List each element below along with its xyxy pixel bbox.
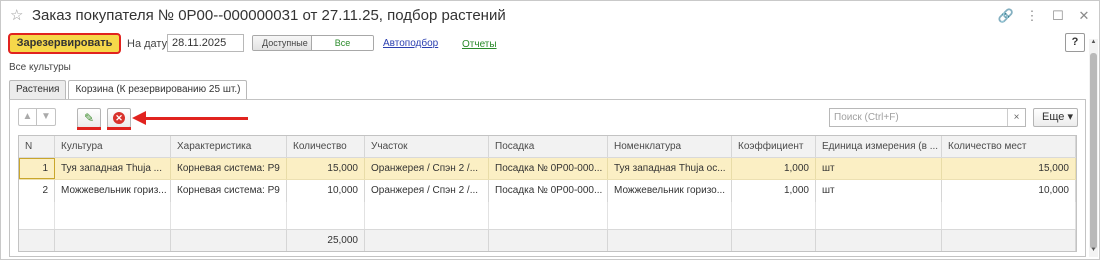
search-field[interactable]: Поиск (Ctrl+F) ×	[829, 108, 1026, 127]
scroll-up-icon[interactable]: ▲	[1089, 39, 1098, 49]
empty-cell	[55, 202, 171, 229]
places-cell[interactable]: 15,000	[942, 158, 1076, 179]
footer-cell	[608, 230, 732, 251]
more-icon[interactable]: ⋮	[1023, 8, 1041, 24]
reserve-button[interactable]: Зарезервировать	[8, 33, 121, 54]
quantity-cell[interactable]: 15,000	[287, 158, 365, 179]
footer-cell	[19, 230, 55, 251]
column-header[interactable]: Посадка	[489, 136, 608, 157]
auto-select-link[interactable]: Автоподбор	[383, 38, 438, 49]
column-header[interactable]: N	[19, 136, 55, 157]
footer-cell	[732, 230, 816, 251]
column-header[interactable]: Количество мест	[942, 136, 1076, 157]
empty-cell	[171, 202, 287, 229]
empty-cell	[732, 202, 816, 229]
tab-bar: Растения Корзина (К резервированию 25 шт…	[9, 80, 249, 100]
filter-all-option[interactable]: Все	[312, 36, 373, 50]
tab-plants[interactable]: Растения	[9, 80, 67, 99]
footer-cell	[942, 230, 1076, 251]
title-bar: ☆ Заказ покупателя № 0Р00--000000031 от …	[1, 1, 1100, 31]
planting-cell[interactable]: Посадка № 0Р00-000...	[489, 180, 608, 202]
table-header: N Культура Характеристика Количество Уча…	[19, 136, 1076, 158]
empty-cell	[816, 202, 942, 229]
link-icon[interactable]: 🔗	[997, 8, 1015, 24]
annotation-arrow-head	[132, 111, 146, 125]
filter-available-option[interactable]: Доступные	[253, 36, 312, 50]
move-down-icon[interactable]: ▼	[37, 109, 55, 125]
column-header[interactable]: Коэффициент	[732, 136, 816, 157]
coefficient-cell[interactable]: 1,000	[732, 180, 816, 202]
date-input[interactable]: 28.11.2025	[167, 34, 244, 52]
date-label: На дату:	[127, 38, 171, 50]
scroll-thumb[interactable]	[1090, 53, 1097, 249]
empty-cell	[287, 202, 365, 229]
edit-button[interactable]: ✎	[77, 108, 101, 128]
empty-cell	[19, 202, 55, 229]
column-header[interactable]: Культура	[55, 136, 171, 157]
window-controls: 🔗 ⋮ ☐ ✕	[997, 8, 1093, 24]
footer-cell	[816, 230, 942, 251]
site-cell[interactable]: Оранжерея / Спэн 2 /...	[365, 180, 489, 202]
maximize-icon[interactable]: ☐	[1049, 8, 1067, 24]
empty-cell	[489, 202, 608, 229]
reports-link[interactable]: Отчеты	[462, 39, 497, 50]
column-header[interactable]: Номенклатура	[608, 136, 732, 157]
row-number[interactable]: 1	[19, 158, 55, 179]
cart-table: N Культура Характеристика Количество Уча…	[18, 135, 1077, 252]
row-number[interactable]: 2	[19, 180, 55, 202]
nomenclature-cell[interactable]: Туя западная Thuja ос...	[608, 158, 732, 179]
nomenclature-cell[interactable]: Можжевельник горизо...	[608, 180, 732, 202]
column-header[interactable]: Участок	[365, 136, 489, 157]
footer-cell	[171, 230, 287, 251]
footer-cell	[489, 230, 608, 251]
star-icon[interactable]: ☆	[10, 6, 23, 24]
characteristic-cell[interactable]: Корневая система: Р9	[171, 158, 287, 179]
delete-button[interactable]: ✕	[107, 108, 131, 128]
footer-cell	[55, 230, 171, 251]
empty-cell	[365, 202, 489, 229]
more-button[interactable]: Еще ▾	[1033, 108, 1078, 127]
availability-filter: Доступные Все	[252, 35, 374, 51]
culture-cell[interactable]: Можжевельник гориз...	[55, 180, 171, 202]
empty-cell	[608, 202, 732, 229]
row-move-buttons: ▲ ▼	[18, 108, 56, 126]
table-row[interactable]: 1 Туя западная Thuja ... Корневая систем…	[19, 158, 1076, 180]
annotation-underline	[77, 127, 101, 130]
search-placeholder: Поиск (Ctrl+F)	[834, 112, 899, 123]
column-header[interactable]: Единица измерения (в ...	[816, 136, 942, 157]
unit-cell[interactable]: шт	[816, 158, 942, 179]
planting-cell[interactable]: Посадка № 0Р00-000...	[489, 158, 608, 179]
column-header[interactable]: Количество	[287, 136, 365, 157]
empty-area	[19, 202, 1076, 229]
move-up-icon[interactable]: ▲	[19, 109, 37, 125]
table-footer: 25,000	[19, 229, 1076, 251]
tab-cart[interactable]: Корзина (К резервированию 25 шт.)	[68, 80, 248, 100]
vertical-scrollbar[interactable]: ▲ ▼	[1089, 39, 1098, 257]
characteristic-cell[interactable]: Корневая система: Р9	[171, 180, 287, 202]
close-icon[interactable]: ✕	[1075, 8, 1093, 24]
help-button[interactable]: ?	[1065, 33, 1085, 52]
scroll-down-icon[interactable]: ▼	[1089, 247, 1098, 257]
table-row[interactable]: 2 Можжевельник гориз... Корневая система…	[19, 180, 1076, 202]
clear-icon[interactable]: ×	[1007, 109, 1025, 126]
annotation-arrow-shaft	[138, 117, 248, 120]
unit-cell[interactable]: шт	[816, 180, 942, 202]
window: ☆ Заказ покупателя № 0Р00--000000031 от …	[0, 0, 1100, 260]
window-title: Заказ покупателя № 0Р00--000000031 от 27…	[32, 7, 506, 24]
culture-cell[interactable]: Туя западная Thuja ...	[55, 158, 171, 179]
footer-cell	[365, 230, 489, 251]
annotation-underline	[107, 127, 131, 130]
column-header[interactable]: Характеристика	[171, 136, 287, 157]
site-cell[interactable]: Оранжерея / Спэн 2 /...	[365, 158, 489, 179]
empty-cell	[942, 202, 1076, 229]
quantity-cell[interactable]: 10,000	[287, 180, 365, 202]
pencil-icon: ✎	[83, 111, 95, 125]
delete-icon: ✕	[113, 112, 125, 124]
cultures-filter-text[interactable]: Все культуры	[9, 62, 71, 73]
places-cell[interactable]: 10,000	[942, 180, 1076, 202]
total-quantity: 25,000	[287, 230, 365, 251]
coefficient-cell[interactable]: 1,000	[732, 158, 816, 179]
